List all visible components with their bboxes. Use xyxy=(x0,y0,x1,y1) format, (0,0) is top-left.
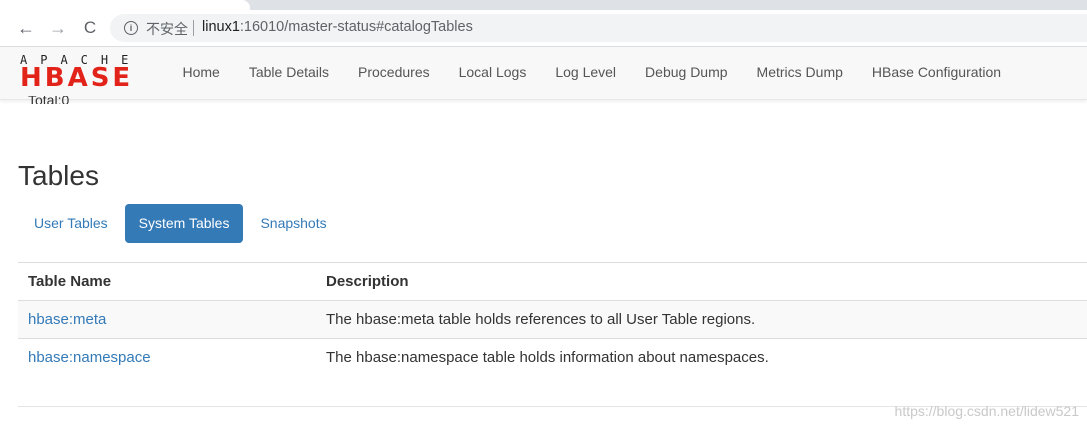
security-label[interactable]: 不安全 xyxy=(146,19,188,39)
watermark-text: https://blog.csdn.net/lidew521 xyxy=(894,403,1079,419)
tab-user-tables[interactable]: User Tables xyxy=(20,204,122,243)
system-tables-table: Table Name Description hbase:meta The hb… xyxy=(18,262,1087,376)
table-name-link[interactable]: hbase:meta xyxy=(28,311,106,328)
total-count-text: Total:0 xyxy=(28,96,70,104)
tab-system-tables[interactable]: System Tables xyxy=(124,204,244,243)
back-arrow-icon[interactable]: ← xyxy=(14,16,38,40)
browser-active-tab[interactable] xyxy=(0,0,250,10)
nav-home[interactable]: Home xyxy=(168,47,234,99)
tables-heading: Tables xyxy=(18,160,99,191)
omnibox-divider xyxy=(193,20,194,36)
nav-metrics-dump[interactable]: Metrics Dump xyxy=(742,47,857,99)
nav-links: Home Table Details Procedures Local Logs… xyxy=(168,47,1016,99)
browser-toolbar: ← → C i 不安全 linux1:16010/master-status#c… xyxy=(0,10,1087,47)
table-description-cell: The hbase:namespace table holds informat… xyxy=(316,338,1087,376)
tab-snapshots[interactable]: Snapshots xyxy=(246,204,340,243)
address-bar[interactable]: i 不安全 linux1:16010/master-status#catalog… xyxy=(110,14,1087,42)
column-header-description: Description xyxy=(316,262,1087,301)
hbase-logo[interactable]: APACHE HBASE xyxy=(20,53,154,93)
nav-local-logs[interactable]: Local Logs xyxy=(444,47,541,99)
browser-tab-strip xyxy=(0,0,1087,10)
table-row: hbase:meta The hbase:meta table holds re… xyxy=(18,300,1087,339)
forward-arrow-icon[interactable]: → xyxy=(46,16,70,40)
table-row: hbase:namespace The hbase:namespace tabl… xyxy=(18,338,1087,376)
url-path: :16010/master-status#catalogTables xyxy=(239,19,473,35)
table-header-row: Table Name Description xyxy=(18,262,1087,301)
column-header-table-name: Table Name xyxy=(18,262,316,301)
table-name-cell: hbase:namespace xyxy=(18,338,316,376)
nav-table-details[interactable]: Table Details xyxy=(234,47,343,99)
table-name-link[interactable]: hbase:namespace xyxy=(28,349,151,366)
nav-debug-dump[interactable]: Debug Dump xyxy=(631,47,743,99)
hbase-navbar: APACHE HBASE Home Table Details Procedur… xyxy=(0,47,1087,100)
reload-icon[interactable]: C xyxy=(78,16,102,40)
nav-procedures[interactable]: Procedures xyxy=(344,47,445,99)
table-description-cell: The hbase:meta table holds references to… xyxy=(316,300,1087,339)
nav-log-level[interactable]: Log Level xyxy=(541,47,631,99)
table-name-cell: hbase:meta xyxy=(18,300,316,339)
url-host: linux1 xyxy=(202,19,240,35)
info-icon[interactable]: i xyxy=(124,21,138,35)
logo-hbase-text: HBASE xyxy=(20,63,134,93)
url-text[interactable]: linux1:16010/master-status#catalogTables xyxy=(202,19,473,35)
nav-hbase-configuration[interactable]: HBase Configuration xyxy=(857,47,1015,99)
table-tabs: User Tables System Tables Snapshots xyxy=(20,204,344,243)
